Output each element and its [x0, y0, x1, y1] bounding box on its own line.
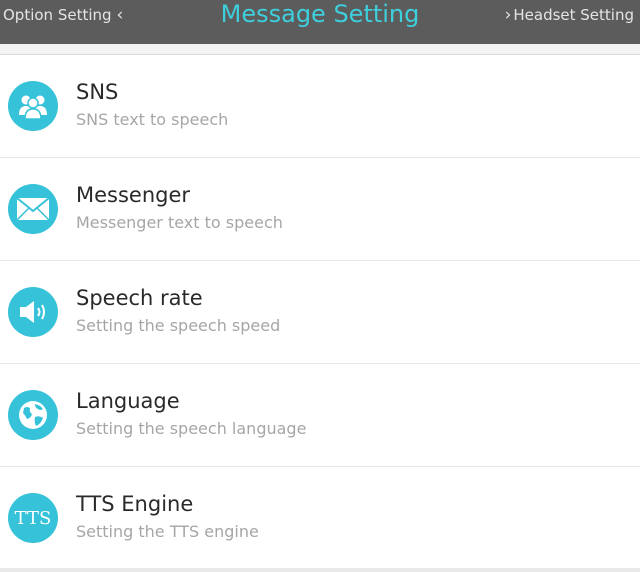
list-item-sns[interactable]: SNS SNS text to speech — [0, 55, 640, 158]
list-item-language[interactable]: Language Setting the speech language — [0, 364, 640, 467]
list-item-tts-engine[interactable]: TTS TTS Engine Setting the TTS engine — [0, 467, 640, 570]
envelope-icon — [8, 184, 58, 234]
item-title: Speech rate — [76, 286, 203, 310]
tts-icon: TTS — [8, 493, 58, 543]
bottom-divider — [0, 568, 640, 572]
item-title: Language — [76, 389, 180, 413]
forward-label: Headset Setting — [513, 6, 634, 24]
item-subtitle: Setting the speech language — [76, 419, 307, 438]
list-item-speech-rate[interactable]: Speech rate Setting the speech speed — [0, 261, 640, 364]
speaker-icon — [8, 287, 58, 337]
settings-list: SNS SNS text to speech Messenger Messeng… — [0, 55, 640, 570]
item-subtitle: Messenger text to speech — [76, 213, 283, 232]
item-subtitle: SNS text to speech — [76, 110, 229, 129]
tts-icon-text: TTS — [14, 507, 52, 529]
globe-icon — [8, 390, 58, 440]
chevron-right-icon: › — [504, 4, 512, 25]
item-subtitle: Setting the TTS engine — [76, 522, 259, 541]
header-divider — [0, 44, 640, 55]
item-subtitle: Setting the speech speed — [76, 316, 281, 335]
item-title: Messenger — [76, 183, 191, 207]
item-title: SNS — [76, 80, 119, 104]
list-item-messenger[interactable]: Messenger Messenger text to speech — [0, 158, 640, 261]
forward-to-headset-setting[interactable]: › Headset Setting — [505, 6, 634, 24]
item-title: TTS Engine — [76, 492, 194, 516]
header-bar: Option Setting ‹ Message Setting › Heads… — [0, 0, 640, 44]
people-icon — [8, 81, 58, 131]
